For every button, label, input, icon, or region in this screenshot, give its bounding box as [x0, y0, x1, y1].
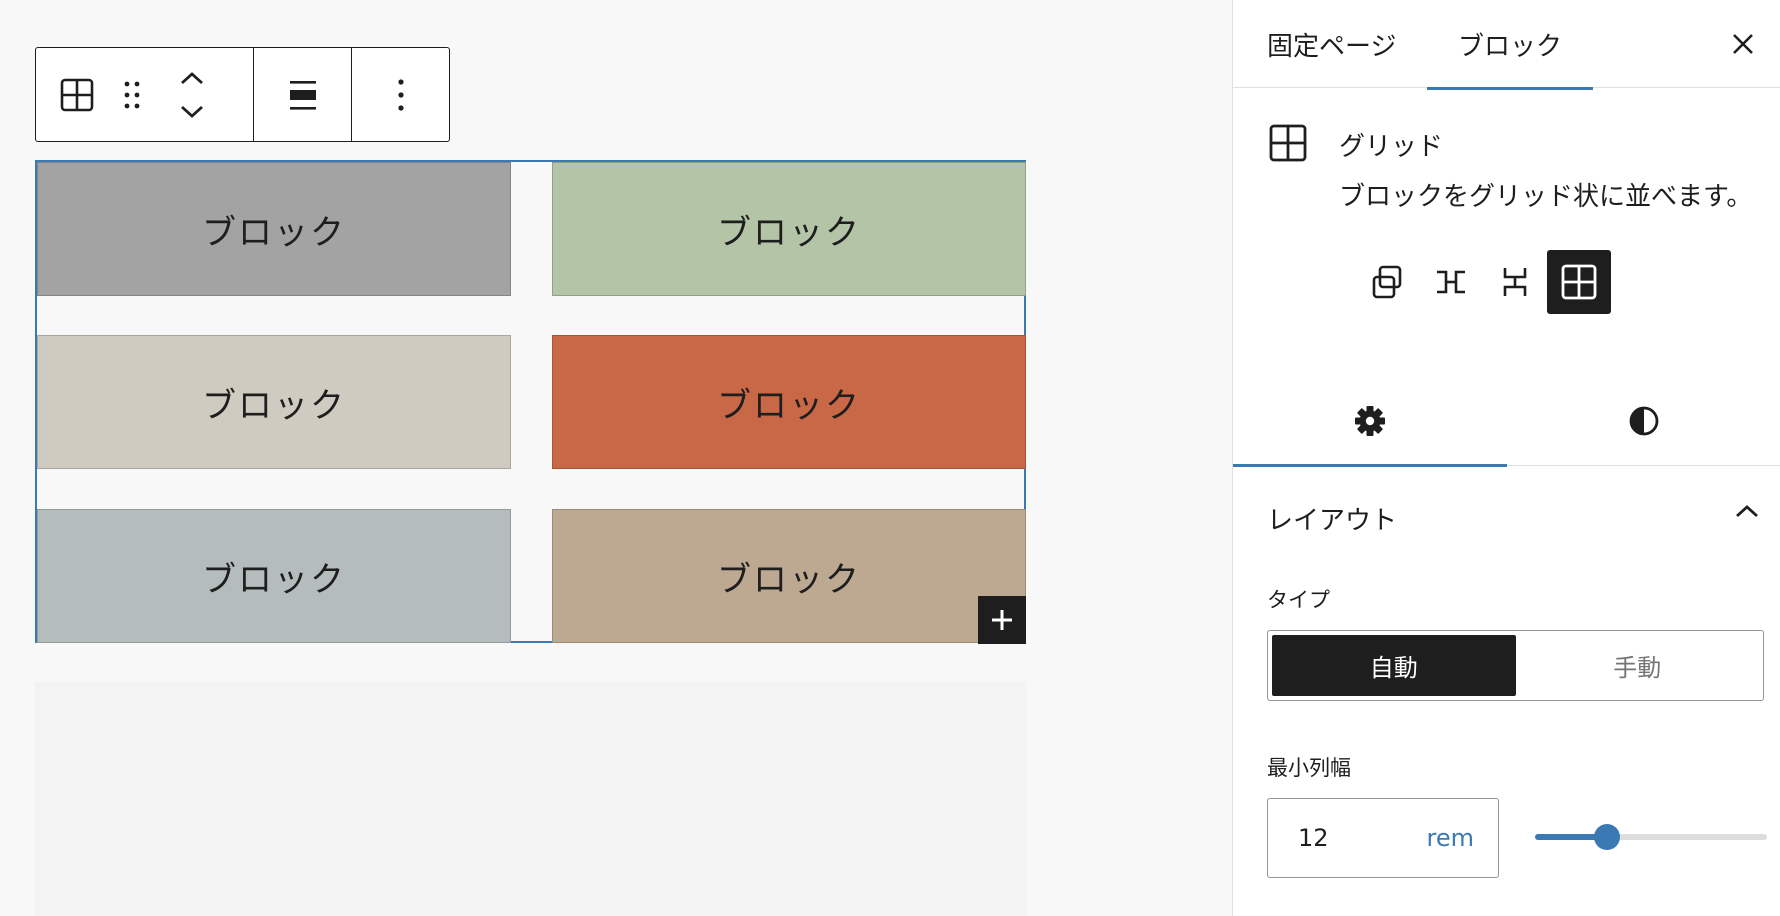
type-label: タイプ	[1267, 588, 1330, 612]
block-card: グリッド ブロックをグリッド状に並べます。	[1233, 88, 1780, 348]
variation-grid-button[interactable]	[1547, 250, 1611, 314]
variation-group-button[interactable]	[1355, 250, 1419, 314]
close-sidebar-button[interactable]	[1719, 20, 1767, 68]
block-card-icon	[1269, 124, 1307, 162]
row-icon	[1437, 270, 1465, 294]
toolbar-group-align	[253, 48, 351, 141]
chevron-up-icon	[1736, 505, 1758, 518]
min-column-width-slider[interactable]	[1535, 812, 1767, 862]
grid-cell-label: ブロック	[202, 385, 346, 426]
block-type-grid-button[interactable]	[52, 48, 102, 141]
layout-panel-toggle[interactable]: レイアウト	[1233, 466, 1780, 570]
move-up-button[interactable]	[180, 67, 204, 95]
grid-icon	[60, 78, 94, 111]
min-column-width-field[interactable]: 12 rem	[1267, 798, 1499, 878]
toolbar-group-block	[36, 48, 253, 141]
align-button[interactable]	[288, 48, 318, 141]
block-inserter-button[interactable]	[978, 596, 1026, 644]
block-card-title: グリッド	[1339, 132, 1444, 162]
block-toolbar	[35, 47, 450, 142]
slider-thumb[interactable]	[1593, 824, 1620, 850]
grid-cell-block[interactable]: ブロック	[37, 162, 511, 296]
grid-cell-label: ブロック	[717, 212, 861, 253]
block-mover	[162, 48, 222, 141]
grid-cell-label: ブロック	[717, 559, 861, 600]
grid-cell-block[interactable]: ブロック	[37, 335, 511, 469]
grid-cell-block[interactable]: ブロック	[37, 509, 511, 643]
tab-block-label: ブロック	[1457, 31, 1562, 62]
tab-settings[interactable]	[1233, 376, 1507, 467]
toolbar-group-options	[351, 48, 449, 141]
stack-icon	[1503, 268, 1527, 296]
group-icon	[1372, 265, 1402, 299]
settings-sidebar: 固定ページ ブロック グリッド ブロックをグリッド状に並べます。 レイアウト タ…	[1232, 0, 1780, 916]
grid-cell-label: ブロック	[202, 559, 346, 600]
align-icon	[289, 80, 316, 110]
min-column-width-label: 最小列幅	[1267, 756, 1351, 780]
grid-cell-block[interactable]: ブロック	[552, 509, 1026, 643]
grid-cell-block[interactable]: ブロック	[552, 162, 1026, 296]
tab-block[interactable]: ブロック	[1427, 0, 1593, 90]
tab-page[interactable]: 固定ページ	[1267, 0, 1397, 88]
block-card-description: ブロックをグリッド状に並べます。	[1339, 182, 1753, 212]
min-column-width-value[interactable]: 12	[1298, 824, 1427, 852]
layout-panel-title: レイアウト	[1267, 505, 1398, 536]
chevron-down-icon	[181, 105, 203, 118]
sidebar-header: 固定ページ ブロック	[1233, 0, 1780, 90]
more-vertical-icon	[397, 78, 404, 111]
options-button[interactable]	[397, 48, 405, 141]
variation-stack-button[interactable]	[1483, 250, 1547, 314]
type-option-manual[interactable]: 手動	[1516, 635, 1760, 696]
grid-block[interactable]: ブロック ブロック ブロック ブロック ブロック ブロック	[35, 160, 1026, 643]
close-icon	[1733, 34, 1753, 54]
drag-handle-button[interactable]	[102, 48, 162, 141]
tab-page-label: 固定ページ	[1267, 31, 1397, 62]
variation-row-button[interactable]	[1419, 250, 1483, 314]
tab-styles[interactable]	[1507, 376, 1780, 465]
editor-canvas: ブロック ブロック ブロック ブロック ブロック ブロック	[0, 0, 1232, 916]
grid-icon	[1561, 264, 1597, 300]
grid-cell-block[interactable]: ブロック	[552, 335, 1026, 469]
inspector-tabs	[1233, 376, 1780, 467]
unit-select[interactable]: rem	[1427, 824, 1474, 852]
move-down-button[interactable]	[180, 95, 204, 123]
block-variations	[1355, 250, 1611, 314]
grid-cell-label: ブロック	[202, 212, 346, 253]
type-toggle-group: 自動 手動	[1267, 630, 1764, 701]
plus-icon	[992, 610, 1012, 630]
grid-icon	[1269, 124, 1307, 162]
contrast-icon	[1629, 406, 1659, 435]
grid-cell-label: ブロック	[717, 385, 861, 426]
gear-icon	[1355, 405, 1385, 436]
next-block-area[interactable]	[35, 682, 1026, 916]
chevron-up-icon	[181, 71, 203, 84]
type-option-auto[interactable]: 自動	[1272, 635, 1516, 696]
drag-handle-icon	[124, 81, 140, 108]
layout-panel: レイアウト タイプ 自動 手動 最小列幅 12 rem	[1233, 466, 1780, 916]
